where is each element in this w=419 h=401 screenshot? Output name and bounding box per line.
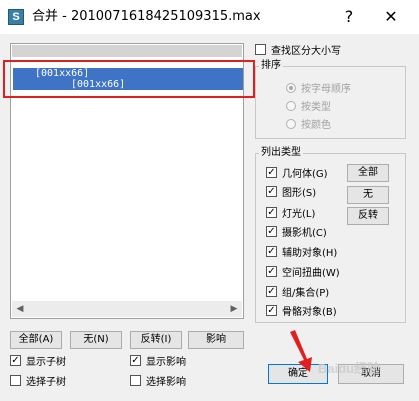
type-bones-checkbox[interactable]: ✓ 骨骼对象(B)	[266, 302, 337, 318]
case-sensitive-label: 查找区分大小写	[271, 45, 341, 57]
checkbox-check-icon: ✓	[130, 354, 141, 366]
help-button[interactable]: ?	[338, 6, 360, 28]
type-spacewarps-label: 空间扭曲(W)	[282, 267, 340, 279]
type-shapes-label: 图形(S)	[282, 187, 317, 199]
type-bones-label: 骨骼对象(B)	[282, 306, 337, 318]
types-all-button[interactable]: 全部	[347, 164, 389, 182]
select-none-button[interactable]: 无(N)	[70, 331, 122, 349]
type-geometry-checkbox[interactable]: ✓ 几何体(G)	[266, 164, 328, 180]
scroll-right-icon[interactable]: ▶	[226, 301, 242, 317]
select-subtree-checkbox[interactable]: 选择子树	[10, 372, 66, 388]
show-subtree-label: 显示子树	[26, 356, 66, 368]
sort-group-title: 排序	[259, 60, 283, 72]
checkbox-check-icon: ✓	[10, 354, 21, 366]
type-helpers-checkbox[interactable]: ✓ 辅助对象(H)	[266, 243, 337, 259]
type-lights-checkbox[interactable]: ✓ 灯光(L)	[266, 204, 315, 220]
checkbox-check-icon: ✓	[266, 245, 277, 257]
list-header-strip	[12, 45, 242, 57]
checkbox-empty-icon	[10, 374, 21, 386]
types-none-button[interactable]: 无	[347, 186, 389, 204]
horizontal-scrollbar[interactable]: ◀ ▶	[12, 301, 242, 317]
sort-by-type-label: 按类型	[301, 102, 331, 113]
case-sensitive-checkbox[interactable]: 查找区分大小写	[255, 41, 341, 57]
radio-selected-icon	[286, 82, 296, 93]
checkbox-check-icon: ✓	[266, 206, 277, 218]
sort-alphabetical-label: 按字母顺序	[301, 84, 351, 95]
sort-alphabetical-radio[interactable]: 按字母顺序	[286, 80, 351, 95]
watermark-text: Baidu经验	[318, 361, 381, 376]
title-bar: S 合并 - 2010071618425109315.max ? ✕	[0, 0, 419, 34]
radio-empty-icon	[286, 118, 296, 129]
show-influence-label: 显示影响	[146, 356, 186, 368]
type-groups-label: 组/集合(P)	[282, 287, 330, 299]
types-invert-button[interactable]: 反转	[347, 207, 389, 225]
checkbox-check-icon: ✓	[266, 304, 277, 316]
select-influence-label: 选择影响	[146, 376, 186, 388]
app-logo-icon: S	[8, 9, 24, 25]
checkbox-check-icon: ✓	[266, 166, 277, 178]
invert-selection-button[interactable]: 反转(I)	[130, 331, 182, 349]
checkbox-empty-icon	[130, 374, 141, 386]
annotation-highlight-box	[3, 60, 255, 98]
checkbox-check-icon: ✓	[266, 265, 277, 277]
type-geometry-label: 几何体(G)	[282, 168, 328, 180]
sort-by-color-radio[interactable]: 按颜色	[286, 116, 331, 131]
list-types-title: 列出类型	[259, 147, 303, 159]
checkbox-empty-icon	[255, 43, 266, 55]
select-all-button[interactable]: 全部(A)	[10, 331, 62, 349]
type-groups-checkbox[interactable]: ✓ 组/集合(P)	[266, 283, 329, 299]
type-cameras-label: 摄影机(C)	[282, 227, 327, 239]
checkbox-check-icon: ✓	[266, 285, 277, 297]
checkbox-check-icon: ✓	[266, 185, 277, 197]
show-subtree-checkbox[interactable]: ✓ 显示子树	[10, 352, 66, 368]
radio-empty-icon	[286, 100, 296, 111]
sort-by-type-radio[interactable]: 按类型	[286, 98, 331, 113]
show-influence-checkbox[interactable]: ✓ 显示影响	[130, 352, 186, 368]
influence-button[interactable]: 影响	[188, 331, 244, 349]
type-cameras-checkbox[interactable]: ✓ 摄影机(C)	[266, 223, 327, 239]
sort-by-color-label: 按颜色	[301, 120, 331, 131]
checkbox-check-icon: ✓	[266, 225, 277, 237]
select-influence-checkbox[interactable]: 选择影响	[130, 372, 186, 388]
type-spacewarps-checkbox[interactable]: ✓ 空间扭曲(W)	[266, 263, 340, 279]
scroll-left-icon[interactable]: ◀	[12, 301, 28, 317]
select-subtree-label: 选择子树	[26, 376, 66, 388]
type-shapes-checkbox[interactable]: ✓ 图形(S)	[266, 183, 316, 199]
type-helpers-label: 辅助对象(H)	[282, 247, 338, 259]
close-button[interactable]: ✕	[380, 6, 402, 28]
type-lights-label: 灯光(L)	[282, 208, 316, 220]
window-title: 合并 - 2010071618425109315.max	[32, 9, 261, 24]
